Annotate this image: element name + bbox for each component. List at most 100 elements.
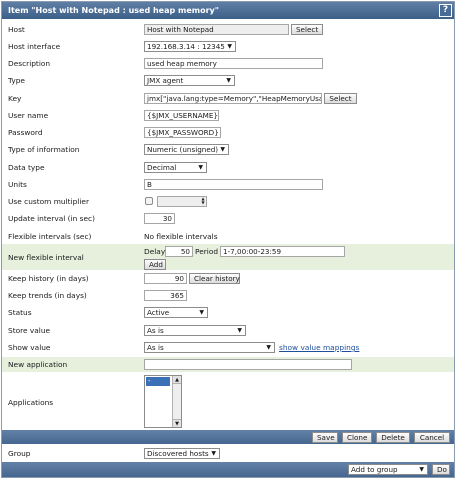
chevron-down-icon: ▼	[226, 77, 231, 84]
group-action-value: Add to group	[351, 465, 398, 474]
update-interval-label: Update interval (in sec)	[8, 214, 95, 223]
flexible-intervals-value: No flexible intervals	[144, 232, 218, 241]
key-field[interactable]: jmx["java.lang:type=Memory","HeapMemoryU…	[144, 93, 322, 104]
group-label: Group	[8, 449, 31, 458]
footer-bar: Add to group ▼ Do	[2, 462, 454, 477]
type-label: Type	[8, 76, 25, 85]
show-value-row: Show value As is ▼ show value mappings	[2, 341, 454, 355]
keep-history-row: Keep history (in days) 90 Clear history	[2, 272, 454, 286]
password-field[interactable]: {$JMX_PASSWORD}	[144, 127, 221, 138]
status-label: Status	[8, 308, 32, 317]
description-label: Description	[8, 59, 51, 68]
group-value: Discovered hosts	[147, 449, 209, 458]
key-select-button[interactable]: Select	[324, 93, 357, 104]
chevron-down-icon: ▼	[237, 327, 242, 334]
form-actions-bar: Save Clone Delete Cancel	[2, 430, 454, 444]
store-value-value: As is	[147, 326, 164, 335]
update-interval-field[interactable]: 30	[144, 213, 175, 224]
key-label: Key	[8, 94, 22, 103]
applications-listbox[interactable]: -None- ▲ ▼	[144, 375, 182, 428]
group-row: Group Discovered hosts ▼	[2, 446, 454, 461]
chevron-down-icon: ▼	[220, 146, 225, 153]
units-label: Units	[8, 180, 27, 189]
keep-trends-row: Keep trends (in days) 365	[2, 289, 454, 303]
description-row: Description used heap memory	[2, 57, 454, 71]
store-value-row: Store value As is ▼	[2, 324, 454, 338]
scroll-up-icon[interactable]: ▲	[173, 376, 181, 384]
item-form-window: Item "Host with Notepad : used heap memo…	[1, 1, 455, 478]
delay-label: Delay	[144, 247, 166, 256]
clear-history-button[interactable]: Clear history	[189, 273, 240, 284]
form-title-bar: Item "Host with Notepad : used heap memo…	[2, 2, 454, 19]
keep-trends-label: Keep trends (in days)	[8, 291, 87, 300]
host-interface-value: 192.168.3.14 : 12345	[147, 42, 225, 51]
add-interval-button[interactable]: Add	[144, 259, 166, 270]
new-application-label: New application	[8, 360, 68, 369]
delete-button[interactable]: Delete	[376, 432, 410, 443]
chevron-down-icon: ▼	[199, 309, 204, 316]
type-row: Type JMX agent ▼	[2, 74, 454, 88]
new-flexible-interval-row: New flexible interval Delay 50 Period 1-…	[2, 244, 454, 270]
custom-multiplier-row: Use custom multiplier ▲ ▼	[2, 195, 454, 209]
keep-trends-field[interactable]: 365	[144, 290, 187, 301]
flexible-intervals-label: Flexible intervals (sec)	[8, 232, 92, 241]
cancel-button[interactable]: Cancel	[414, 432, 450, 443]
do-button[interactable]: Do	[432, 464, 450, 475]
type-of-information-select[interactable]: Numeric (unsigned) ▼	[144, 144, 229, 155]
group-action-select[interactable]: Add to group ▼	[348, 464, 428, 475]
status-value: Active	[147, 308, 170, 317]
applications-option[interactable]: -None-	[146, 377, 170, 394]
show-value-label: Show value	[8, 343, 51, 352]
units-field[interactable]: B	[144, 179, 323, 190]
applications-label: Applications	[8, 398, 54, 407]
key-row: Key jmx["java.lang:type=Memory","HeapMem…	[2, 92, 454, 106]
custom-multiplier-field[interactable]: ▲ ▼	[157, 196, 207, 207]
spinner-arrows-icon[interactable]: ▲ ▼	[200, 197, 206, 206]
show-value-mappings-link[interactable]: show value mappings	[279, 343, 359, 352]
host-interface-select[interactable]: 192.168.3.14 : 12345 ▼	[144, 41, 236, 52]
username-row: User name {$JMX_USERNAME}	[2, 109, 454, 123]
new-application-row: New application	[2, 357, 454, 372]
username-field[interactable]: {$JMX_USERNAME}	[144, 110, 219, 121]
save-button[interactable]: Save	[312, 432, 338, 443]
status-row: Status Active ▼	[2, 306, 454, 320]
group-select[interactable]: Discovered hosts ▼	[144, 448, 220, 459]
form-title: Item "Host with Notepad : used heap memo…	[8, 6, 219, 15]
period-field[interactable]: 1-7,00:00-23:59	[220, 246, 345, 257]
delay-field[interactable]: 50	[165, 246, 193, 257]
new-flexible-interval-label: New flexible interval	[8, 253, 84, 262]
password-label: Password	[8, 128, 43, 137]
type-of-information-label: Type of information	[8, 145, 80, 154]
help-icon[interactable]: ?	[439, 4, 452, 17]
keep-history-field[interactable]: 90	[144, 273, 187, 284]
type-of-information-row: Type of information Numeric (unsigned) ▼	[2, 143, 454, 157]
chevron-down-icon: ▼	[211, 450, 216, 457]
store-value-select[interactable]: As is ▼	[144, 325, 246, 336]
show-value-select[interactable]: As is ▼	[144, 342, 275, 353]
listbox-scrollbar[interactable]: ▲ ▼	[172, 376, 181, 427]
period-label: Period	[195, 247, 219, 256]
host-interface-row: Host interface 192.168.3.14 : 12345 ▼	[2, 40, 454, 54]
host-interface-label: Host interface	[8, 42, 61, 51]
description-field[interactable]: used heap memory	[144, 58, 323, 69]
data-type-label: Data type	[8, 163, 45, 172]
clone-button[interactable]: Clone	[342, 432, 372, 443]
chevron-down-icon: ▼	[198, 164, 203, 171]
type-value: JMX agent	[147, 76, 184, 85]
status-select[interactable]: Active ▼	[144, 307, 208, 318]
scroll-down-icon[interactable]: ▼	[173, 419, 181, 427]
type-select[interactable]: JMX agent ▼	[144, 75, 235, 86]
host-field[interactable]: Host with Notepad	[144, 24, 289, 35]
keep-history-label: Keep history (in days)	[8, 274, 89, 283]
store-value-label: Store value	[8, 326, 51, 335]
update-interval-row: Update interval (in sec) 30	[2, 212, 454, 226]
chevron-down-icon: ▼	[419, 466, 424, 473]
show-value-value: As is	[147, 343, 164, 352]
new-application-field[interactable]	[144, 359, 352, 370]
host-select-button[interactable]: Select	[291, 24, 323, 35]
data-type-select[interactable]: Decimal ▼	[144, 162, 207, 173]
custom-multiplier-checkbox[interactable]	[145, 197, 153, 205]
password-row: Password {$JMX_PASSWORD}	[2, 126, 454, 140]
flexible-intervals-row: Flexible intervals (sec) No flexible int…	[2, 230, 454, 244]
host-label: Host	[8, 25, 25, 34]
